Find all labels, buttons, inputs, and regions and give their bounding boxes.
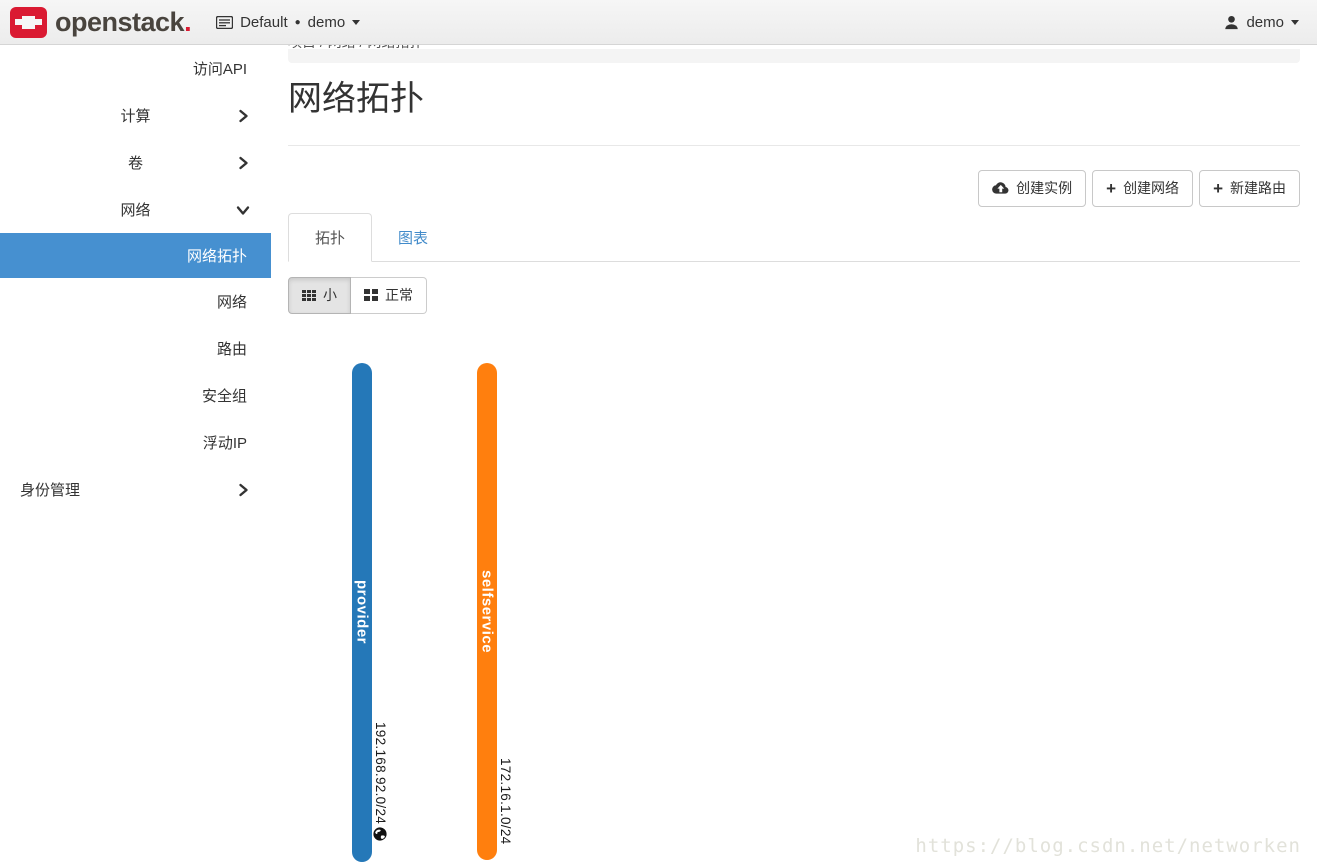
csdn-watermark: https://blog.csdn.net/networken [915, 835, 1301, 857]
size-small-label: 小 [323, 285, 337, 305]
external-network-globe-icon [373, 827, 387, 841]
sidebar-group-volumes[interactable]: 卷 [0, 139, 271, 186]
cloud-upload-icon [992, 181, 1009, 195]
sidebar-item-label: 身份管理 [20, 479, 80, 500]
openstack-brand[interactable]: openstack. [10, 7, 191, 38]
sidebar-group-identity[interactable]: 身份管理 [0, 466, 271, 513]
sidebar-item-label: 浮动IP [203, 432, 247, 453]
tab-graph[interactable]: 图表 [372, 214, 454, 261]
plus-icon: + [1213, 180, 1223, 197]
sidebar-item-api-access[interactable]: 访问API [0, 45, 271, 92]
context-bullet: ● [295, 17, 301, 28]
network-name-label: selfservice [479, 570, 496, 653]
grid-normal-icon [364, 289, 378, 301]
chevron-right-icon [237, 109, 249, 123]
sidebar-group-compute[interactable]: 计算 [0, 92, 271, 139]
network-bar-provider[interactable]: provider [352, 363, 372, 862]
launch-instance-button[interactable]: 创建实例 [978, 170, 1086, 207]
sidebar-item-networks[interactable]: 网络 [0, 278, 271, 325]
subnet-label-selfservice: 172.16.1.0/24 [498, 758, 513, 844]
user-icon [1224, 15, 1239, 30]
sidebar-item-label: 路由 [217, 338, 247, 359]
top-navbar: openstack. Default ● demo demo [0, 0, 1317, 45]
caret-down-icon [1291, 20, 1299, 25]
plus-icon: + [1106, 180, 1116, 197]
sidebar-item-floating-ips[interactable]: 浮动IP [0, 419, 271, 466]
sidebar-item-label: 安全组 [202, 385, 247, 406]
launch-instance-label: 创建实例 [1016, 178, 1072, 198]
sidebar-item-routers[interactable]: 路由 [0, 325, 271, 372]
chevron-right-icon [237, 483, 249, 497]
openstack-logo-icon [10, 7, 47, 38]
project-label: demo [308, 14, 346, 31]
size-normal-button[interactable]: 正常 [351, 277, 427, 314]
domain-project-switcher[interactable]: Default ● demo [216, 14, 360, 31]
brand-text: openstack. [55, 7, 191, 38]
sidebar-nav: 访问API 计算 卷 网络 网络拓扑 网络 路由 安全组 浮动IP 身份管理 [0, 45, 271, 867]
grid-small-icon [302, 290, 316, 301]
create-network-label: 创建网络 [1123, 178, 1179, 198]
action-buttons: 创建实例 + 创建网络 + 新建路由 [288, 170, 1300, 207]
user-menu[interactable]: demo [1224, 14, 1299, 31]
sidebar-item-label: 计算 [120, 105, 150, 126]
size-small-button[interactable]: 小 [288, 277, 351, 314]
page-title: 网络拓扑 [288, 79, 1300, 120]
network-name-label: provider [354, 580, 371, 644]
size-normal-label: 正常 [385, 285, 413, 305]
domain-list-icon [216, 16, 233, 29]
sidebar-item-network-topology[interactable]: 网络拓扑 [0, 233, 271, 278]
caret-down-icon [352, 20, 360, 25]
main-content: 项目 / 网络 / 网络拓扑 网络拓扑 创建实例 + 创建网络 + 新建路由 拓… [271, 45, 1317, 867]
sidebar-item-label: 网络拓扑 [187, 245, 247, 266]
chevron-right-icon [237, 156, 249, 170]
page-header-bar [288, 49, 1300, 63]
size-toggle-group: 小 正常 [288, 277, 427, 314]
sidebar-item-label: 网络 [120, 199, 150, 220]
chevron-down-icon [236, 204, 250, 216]
domain-label: Default [240, 14, 288, 31]
sidebar-item-label: 访问API [193, 58, 247, 79]
user-name: demo [1246, 14, 1284, 31]
sidebar-item-label: 卷 [128, 152, 143, 173]
create-network-button[interactable]: + 创建网络 [1092, 170, 1193, 207]
subnet-label-provider: 192.168.92.0/24 [373, 722, 388, 841]
view-tabs: 拓扑 图表 [288, 213, 1300, 262]
title-divider [288, 145, 1300, 146]
network-bar-selfservice[interactable]: selfservice [477, 363, 497, 860]
sidebar-item-label: 网络 [217, 291, 247, 312]
sidebar-item-security-groups[interactable]: 安全组 [0, 372, 271, 419]
create-router-button[interactable]: + 新建路由 [1199, 170, 1300, 207]
create-router-label: 新建路由 [1230, 178, 1286, 198]
sidebar-group-network[interactable]: 网络 [0, 186, 271, 233]
tab-topology[interactable]: 拓扑 [288, 213, 372, 262]
